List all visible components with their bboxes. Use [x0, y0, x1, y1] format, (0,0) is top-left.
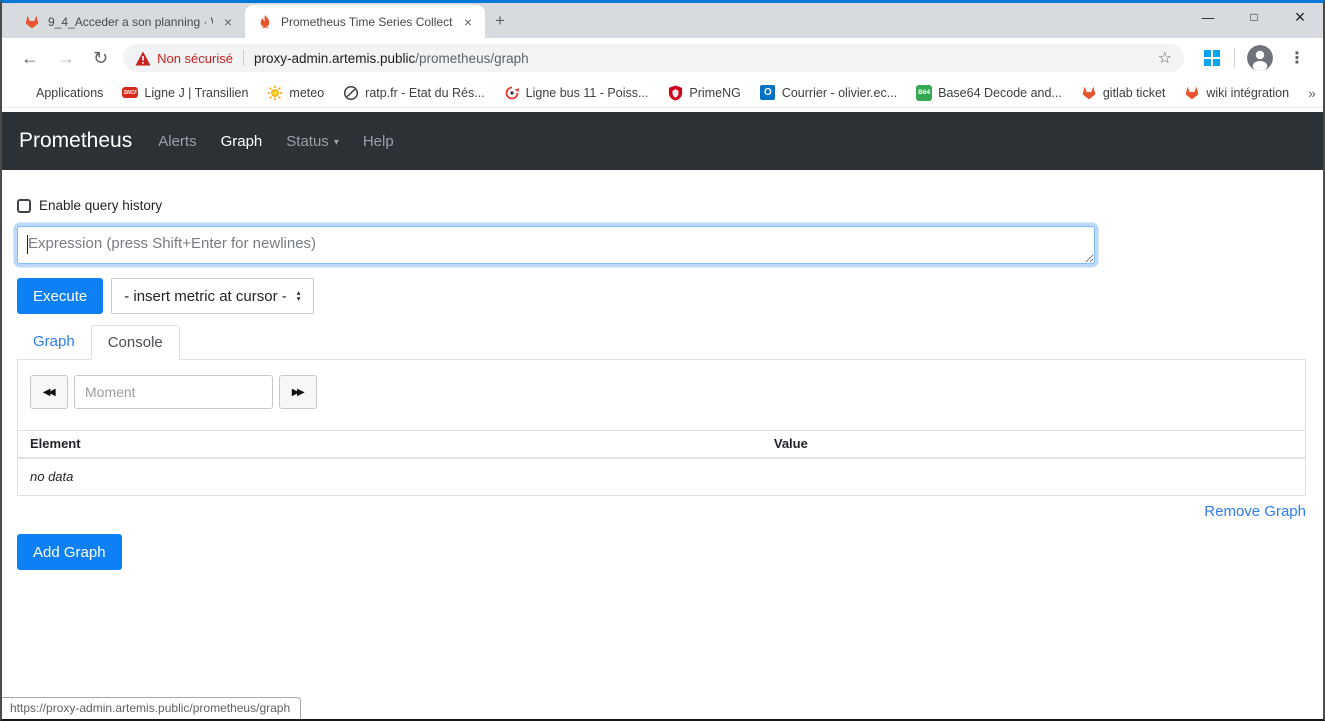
gitlab-icon [1184, 85, 1200, 101]
chevron-down-icon: ▾ [333, 136, 339, 148]
rewind-button[interactable]: ◀◀ [30, 375, 68, 409]
url-path: /prometheus/graph [415, 50, 529, 66]
warning-triangle-icon [135, 51, 151, 65]
maximize-button[interactable]: □ [1231, 3, 1277, 34]
bookmark-label: meteo [289, 85, 325, 100]
brand-prometheus[interactable]: Prometheus [19, 129, 132, 153]
bookmark-label: Ligne J | Transilien [144, 85, 249, 100]
result-tabs: Graph Console [17, 325, 1306, 360]
no-data-cell: no data [30, 469, 74, 484]
nav-item-help[interactable]: Help [363, 133, 394, 150]
bookmark-label: Ligne bus 11 - Poiss... [525, 85, 649, 100]
prometheus-navbar: Prometheus Alerts Graph Status ▾ Help [2, 112, 1323, 170]
console-panel: ◀◀ ▶▶ Element Value no data [17, 359, 1306, 496]
bookmark-meteo[interactable]: meteo [267, 85, 324, 101]
bookmark-ligne-bus-11[interactable]: Ligne bus 11 - Poiss... [504, 85, 649, 101]
bookmark-star-icon[interactable]: ☆ [1152, 48, 1178, 68]
browser-toolbar: ← → ↻ Non sécurisé proxy-admin.artemis.p… [2, 38, 1323, 78]
outlook-icon: O [760, 85, 776, 100]
bookmark-wiki-integration[interactable]: wiki intégration [1184, 85, 1289, 101]
omnibox-separator [242, 50, 244, 66]
tab-gitlab-wiki[interactable]: 9_4_Acceder a son planning · Wik × [12, 5, 245, 38]
select-arrows-icon: ▴ ▾ [296, 288, 301, 303]
bookmark-applications[interactable]: Applications [14, 85, 103, 101]
tab-strip: 9_4_Acceder a son planning · Wik × Prome… [2, 3, 1323, 38]
tab-prometheus[interactable]: Prometheus Time Series Collectio × [245, 5, 485, 38]
window-controls: — □ × [1185, 3, 1323, 34]
tab-close-icon[interactable]: × [221, 14, 235, 30]
back-icon[interactable]: ← [12, 48, 48, 69]
bookmark-label: Base64 Decode and... [938, 85, 1062, 100]
moment-input[interactable] [74, 375, 273, 409]
expression-input[interactable] [17, 226, 1095, 264]
apps-grid-icon [14, 85, 30, 101]
new-tab-button[interactable]: + [485, 11, 515, 31]
windows-extension-icon[interactable] [1204, 50, 1220, 66]
bookmark-ratp[interactable]: ratp.fr - Etat du Rés... [343, 85, 485, 101]
bus-route-icon [504, 85, 520, 101]
prometheus-icon [257, 14, 273, 30]
bookmark-label: Courrier - olivier.ec... [781, 85, 898, 100]
fast-forward-button[interactable]: ▶▶ [279, 375, 317, 409]
text-caret [27, 235, 28, 254]
base64-icon: B64 [916, 84, 933, 101]
browser-menu-icon[interactable]: ⋮ [1281, 48, 1313, 68]
link-status-bar: https://proxy-admin.artemis.public/prome… [2, 697, 302, 719]
security-warning-label[interactable]: Non sécurisé [157, 51, 233, 66]
toolbar-separator [1234, 48, 1235, 68]
nav-item-alerts[interactable]: Alerts [158, 133, 196, 150]
query-history-row: Enable query history [17, 198, 1306, 213]
bookmark-label: wiki intégration [1206, 85, 1290, 100]
execute-button[interactable]: Execute [17, 278, 104, 314]
bookmark-ligne-j[interactable]: SNCF Ligne J | Transilien [122, 85, 248, 101]
minimize-button[interactable]: — [1185, 3, 1231, 34]
sun-icon [267, 85, 283, 101]
sncf-icon: SNCF [122, 87, 139, 98]
bookmark-label: PrimeNG [689, 85, 741, 100]
bookmark-label: Applications [36, 85, 104, 100]
column-header-value: Value [761, 430, 1305, 459]
tab-console[interactable]: Console [90, 325, 180, 360]
bookmark-gitlab-ticket[interactable]: gitlab ticket [1081, 85, 1166, 101]
nav-item-graph[interactable]: Graph [221, 133, 263, 150]
address-bar[interactable]: Non sécurisé proxy-admin.artemis.public /… [123, 44, 1184, 72]
gitlab-icon [24, 14, 40, 30]
bookmark-label: ratp.fr - Etat du Rés... [365, 85, 485, 100]
bookmark-label: gitlab ticket [1102, 85, 1166, 100]
primeng-shield-icon [667, 85, 683, 101]
insert-metric-select[interactable]: - insert metric at cursor - ▴ ▾ [111, 278, 314, 314]
table-row: no data [18, 458, 1305, 495]
forward-icon[interactable]: → [48, 48, 84, 69]
gitlab-icon [1081, 85, 1097, 101]
bookmark-base64[interactable]: B64 Base64 Decode and... [916, 84, 1062, 101]
bookmarks-bar: Applications SNCF Ligne J | Transilien m… [2, 78, 1323, 108]
bookmark-primeng[interactable]: PrimeNG [667, 85, 741, 101]
nav-item-status[interactable]: Status ▾ [286, 133, 339, 150]
query-history-label: Enable query history [39, 198, 163, 213]
query-history-checkbox[interactable] [17, 198, 31, 213]
reload-icon[interactable]: ↻ [84, 48, 117, 69]
tab-close-icon[interactable]: × [461, 14, 475, 30]
remove-graph-link[interactable]: Remove Graph [1204, 503, 1306, 520]
url-host: proxy-admin.artemis.public [253, 50, 416, 66]
add-graph-button[interactable]: Add Graph [17, 534, 122, 570]
results-table: Element Value no data [18, 430, 1305, 495]
close-window-button[interactable]: × [1277, 3, 1323, 34]
browser-window: 9_4_Acceder a son planning · Wik × Prome… [0, 0, 1325, 721]
tab-title: 9_4_Acceder a son planning · Wik [48, 14, 213, 29]
tab-graph[interactable]: Graph [17, 325, 91, 359]
main-content: Enable query history Execute - insert me… [2, 170, 1323, 570]
profile-avatar[interactable] [1247, 45, 1273, 71]
tab-title: Prometheus Time Series Collectio [281, 14, 453, 29]
bookmarks-overflow-icon[interactable]: » [1308, 85, 1316, 101]
column-header-element: Element [18, 430, 762, 459]
insert-metric-value: - insert metric at cursor - [124, 287, 287, 305]
ratp-icon [343, 85, 359, 101]
bookmark-courrier[interactable]: O Courrier - olivier.ec... [760, 85, 897, 101]
